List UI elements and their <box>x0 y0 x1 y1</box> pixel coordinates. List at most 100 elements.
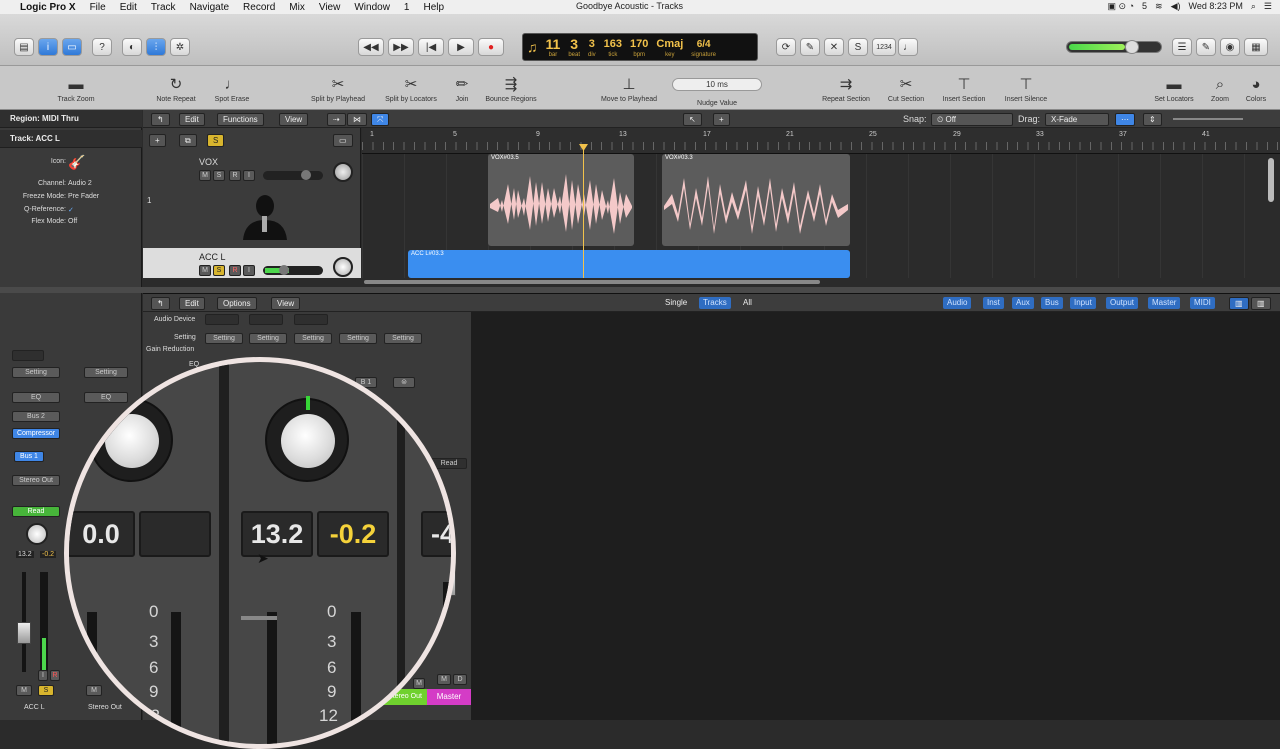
track-1-input[interactable]: I <box>243 170 255 181</box>
track-inspector-header[interactable]: Track: ACC L <box>0 130 142 148</box>
add-track-button[interactable]: + <box>149 134 166 147</box>
automation-button[interactable]: ⤧ <box>371 113 390 126</box>
catch-mode-button[interactable]: ⇢ <box>327 113 346 126</box>
spot-erase-tool[interactable]: ♩ Spot Erase <box>206 66 258 110</box>
solo-mode-button[interactable]: S <box>848 38 868 56</box>
app-menu[interactable]: Logic Pro X <box>20 2 76 13</box>
setting-button[interactable]: Setting <box>249 333 287 344</box>
inspector-button[interactable]: i <box>38 38 58 56</box>
mixer-mute-button[interactable]: M <box>413 678 425 689</box>
track-2-solo[interactable]: S <box>213 265 225 276</box>
tracks-back-button[interactable]: ↰ <box>151 113 170 126</box>
mixer-options-menu[interactable]: Options <box>217 297 257 310</box>
smart-controls-button[interactable]: ◐ <box>122 38 142 56</box>
go-to-beginning-button[interactable]: |◀ <box>418 38 444 56</box>
master-volume-knob[interactable] <box>1125 40 1139 54</box>
track-1-name[interactable]: VOX <box>199 157 218 167</box>
menu-window[interactable]: Window <box>354 2 390 13</box>
strip1-input-monitor[interactable]: I <box>38 670 48 681</box>
spotlight-icon[interactable]: ⌕ <box>1251 1 1256 12</box>
join-tool[interactable]: ✏ Join <box>448 66 476 110</box>
horizontal-zoom-slider[interactable] <box>1173 118 1243 120</box>
menu-record[interactable]: Record <box>243 2 275 13</box>
filter-input[interactable]: Input <box>1070 297 1096 309</box>
flex-value[interactable]: Off <box>68 218 77 225</box>
status-icons[interactable]: ▣ ⊙ ◔ <box>1108 1 1134 12</box>
strip1-solo-button[interactable]: S <box>38 685 54 696</box>
master-volume-slider[interactable] <box>1066 40 1162 54</box>
setting-button[interactable]: Setting <box>384 333 422 344</box>
drag-select[interactable]: X-Fade <box>1045 113 1109 126</box>
mixer-button[interactable]: ⫶ <box>146 38 166 56</box>
notification-icon[interactable]: ☰ <box>1264 1 1272 12</box>
vertical-scrollbar-thumb[interactable] <box>1268 158 1274 202</box>
nudge-value-field[interactable]: 10 ms <box>672 78 762 91</box>
audio-device-slot[interactable] <box>294 314 328 325</box>
wide-strips-button[interactable]: ▥ <box>1251 297 1271 310</box>
setting-button[interactable]: Setting <box>339 333 377 344</box>
cut-section-tool[interactable]: ✂ Cut Section <box>880 66 932 110</box>
insert-silence-tool[interactable]: ⊤ Insert Silence <box>998 66 1054 110</box>
strip1-setting-button[interactable]: Setting <box>12 367 60 378</box>
menu-mix[interactable]: Mix <box>289 2 305 13</box>
menu-file[interactable]: File <box>90 2 106 13</box>
strip1-send-bus1[interactable]: Bus 1 <box>14 451 44 462</box>
region-vox-1[interactable]: VOX#03.5 <box>488 154 634 246</box>
strip1-eq-button[interactable]: EQ <box>12 392 60 403</box>
duplicate-track-button[interactable]: ⧉ <box>179 134 197 147</box>
filter-master[interactable]: Master <box>1148 297 1181 309</box>
narrow-strips-button[interactable]: ▥ <box>1229 297 1249 310</box>
pointer-tool-menu[interactable]: ↖ <box>683 113 702 126</box>
track-1-record[interactable]: R <box>229 170 241 181</box>
setting-button[interactable]: Setting <box>294 333 332 344</box>
input-format-button[interactable] <box>12 350 44 361</box>
colors-tool[interactable]: ◕ Colors <box>1240 66 1272 110</box>
mixer-single-tab[interactable]: Single <box>661 297 691 309</box>
tracks-view-menu[interactable]: View <box>279 113 309 126</box>
bounce-regions-tool[interactable]: ⇶ Bounce Regions <box>480 66 542 110</box>
mixer-all-tab[interactable]: All <box>739 297 756 309</box>
master-dim-button[interactable]: D <box>453 674 467 685</box>
set-locators-tool[interactable]: ▬ Set Locators <box>1146 66 1202 110</box>
waveform-zoom-button[interactable]: ⋯ <box>1115 113 1135 126</box>
filter-output[interactable]: Output <box>1106 297 1139 309</box>
zoomed-volume-left[interactable]: 0.0 <box>69 511 135 557</box>
strip1-volume-value[interactable]: 13.2 <box>16 551 34 558</box>
timeline-ruler[interactable]: 1 5 9 13 17 21 25 29 33 37 41 <box>362 128 1280 154</box>
region-vox-2[interactable]: VOX#03.3 <box>662 154 850 246</box>
strip1-output-button[interactable]: Stereo Out <box>12 475 60 486</box>
rewind-button[interactable]: ◀◀ <box>358 38 384 56</box>
setting-button[interactable]: Setting <box>205 333 243 344</box>
strip1-record-enable[interactable]: R <box>50 670 60 681</box>
mixer-back-button[interactable]: ↰ <box>151 297 170 310</box>
vertical-zoom-button[interactable]: ⇕ <box>1143 113 1162 126</box>
horizontal-scrollbar[interactable] <box>362 279 1280 287</box>
volume-icon[interactable]: ◀) <box>1171 1 1181 12</box>
global-solo-button[interactable]: S <box>207 134 225 147</box>
guitar-icon[interactable]: 🎸 <box>68 154 85 171</box>
lcd-display[interactable]: ♫ 11 bar 3 beat 3 div 163 tick 170 bpm Cmaj ke… <box>522 33 758 61</box>
track-2-record[interactable]: R <box>229 265 241 276</box>
tracks-functions-menu[interactable]: Functions <box>217 113 264 126</box>
browsers-button[interactable]: ▦ <box>1244 38 1268 56</box>
audio-device-slot[interactable] <box>205 314 239 325</box>
region-inspector-header[interactable]: Region: MIDI Thru <box>0 110 142 128</box>
track-2-mute[interactable]: M <box>199 265 211 276</box>
strip1-fader-cap[interactable] <box>17 622 31 644</box>
zoomed-volume-value[interactable]: 13.2 <box>241 511 313 557</box>
note-repeat-tool[interactable]: ↻ Note Repeat <box>150 66 202 110</box>
track-1-solo[interactable]: S <box>213 170 225 181</box>
track-1-volume-slider[interactable] <box>263 170 323 180</box>
editors-button[interactable]: ✲ <box>170 38 190 56</box>
snap-select[interactable]: ⏲ Off <box>931 113 1013 126</box>
library-button[interactable]: ▤ <box>14 38 34 56</box>
secondary-tool-menu[interactable]: + <box>713 113 730 126</box>
strip1-input-button[interactable]: Bus 2 <box>12 411 60 422</box>
channel-value[interactable]: Audio 2 <box>68 180 92 187</box>
quick-help-button[interactable]: ? <box>92 38 112 56</box>
replace-button[interactable]: ✎ <box>800 38 820 56</box>
list-editors-button[interactable]: ☰ <box>1172 38 1192 56</box>
split-by-locators-tool[interactable]: ✂ Split by Locators <box>378 66 444 110</box>
link-button[interactable]: ⋈ <box>347 113 367 126</box>
track-2-input[interactable]: I <box>243 265 255 276</box>
